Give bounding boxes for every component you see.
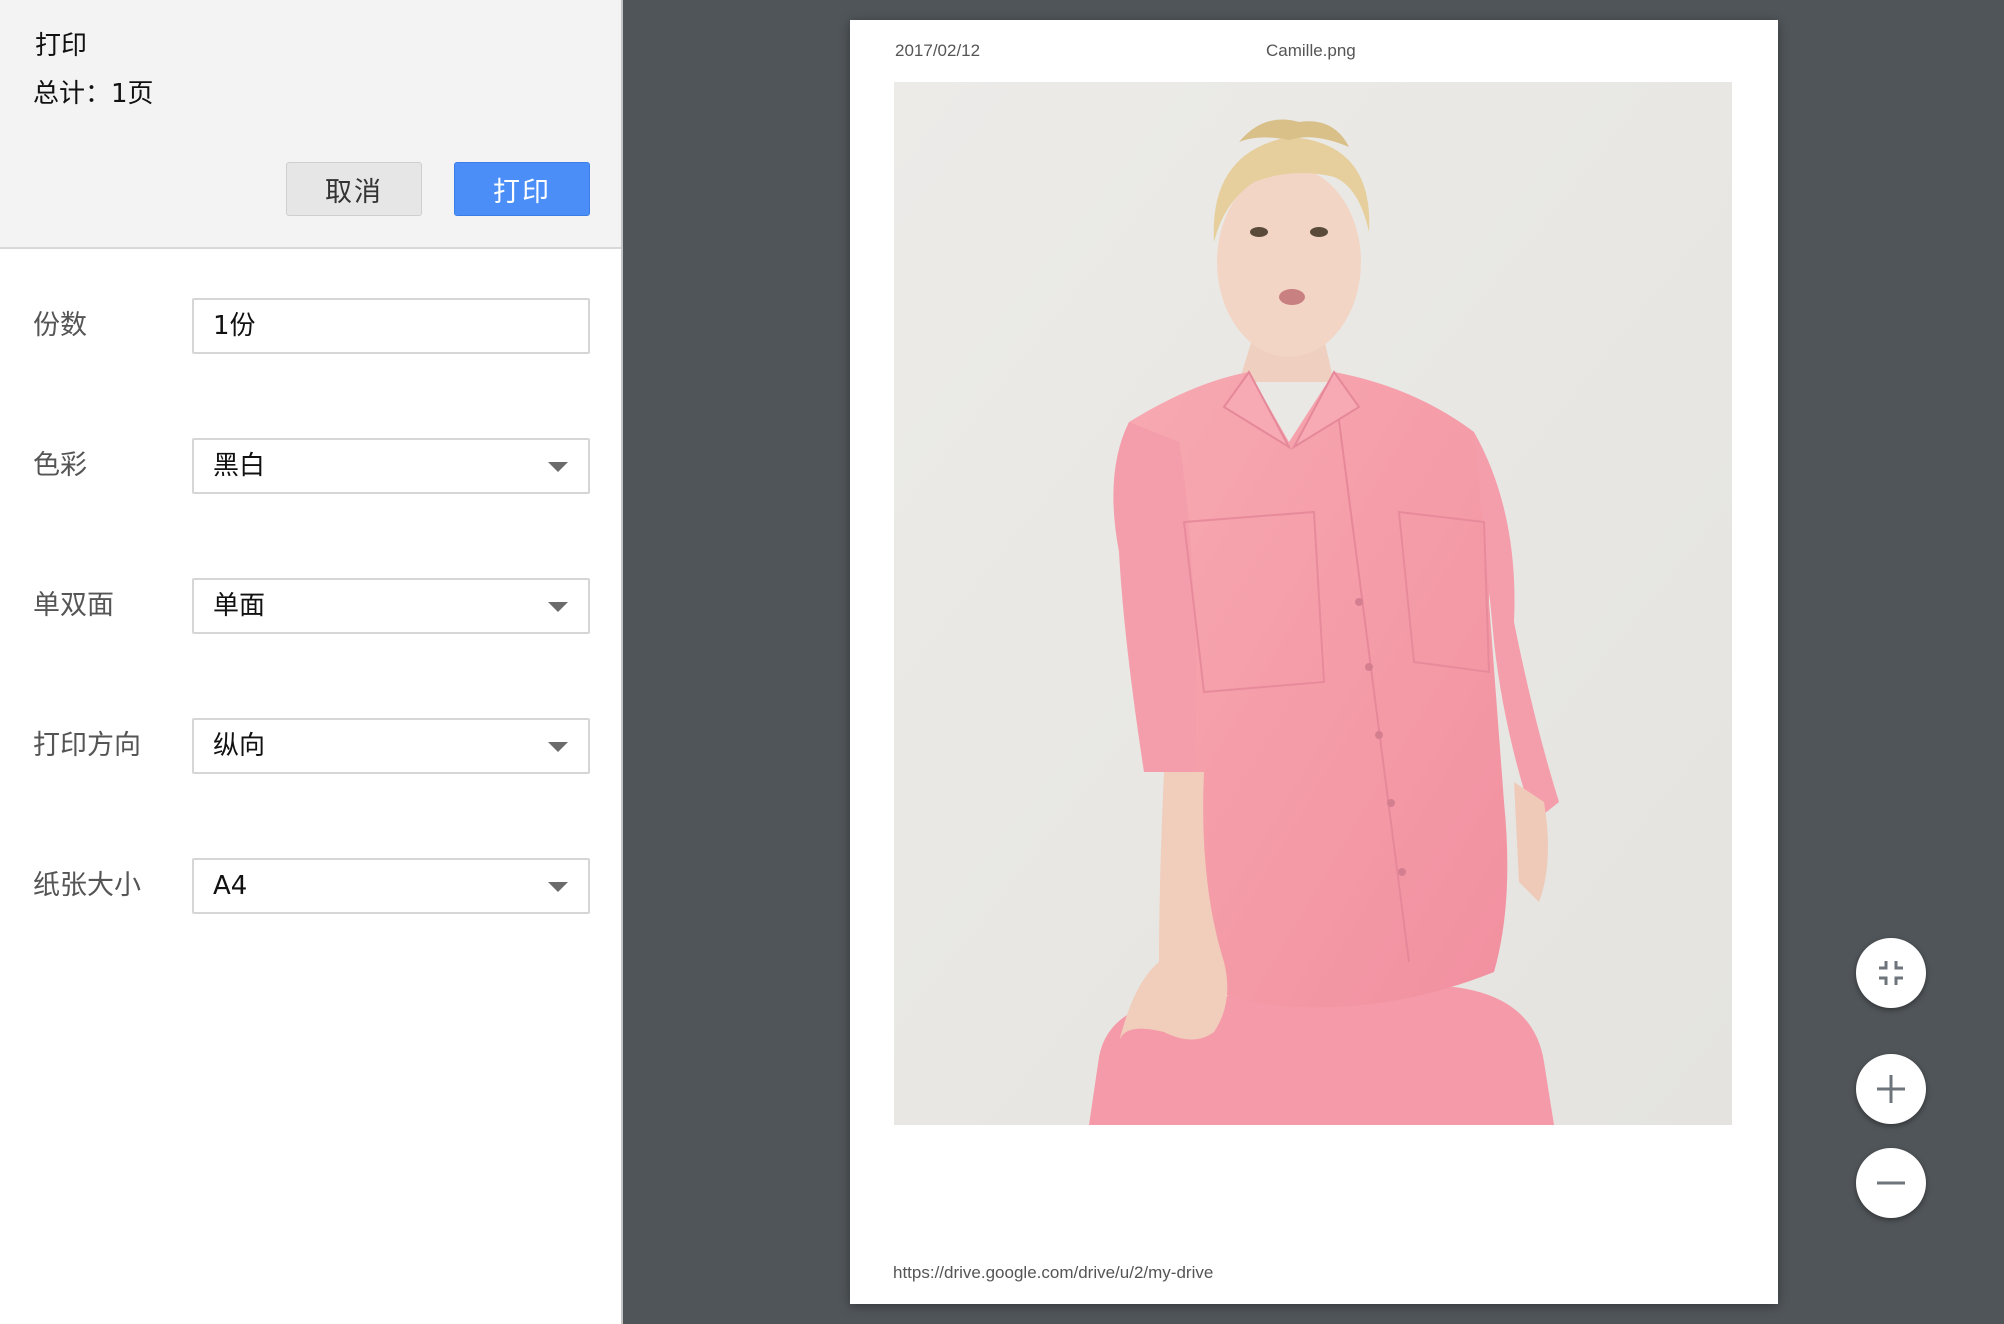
- zoom-out-button[interactable]: [1856, 1148, 1926, 1218]
- setting-row-color: 色彩 黑白: [0, 438, 621, 494]
- dialog-title: 打印: [35, 31, 88, 61]
- page-header-filename: Camille.png: [1266, 41, 1356, 60]
- duplex-select[interactable]: 单面: [192, 578, 590, 634]
- page-header-date: 2017/02/12: [895, 41, 981, 60]
- print-preview-area: 2017/02/12 Camille.png https://drive.goo…: [623, 0, 2004, 1324]
- orientation-select[interactable]: 纵向: [192, 718, 590, 774]
- copies-input[interactable]: 1份: [192, 298, 590, 354]
- color-select[interactable]: 黑白: [192, 438, 590, 494]
- orientation-label: 打印方向: [33, 730, 141, 761]
- person-photo-illustration: [894, 82, 1732, 1125]
- setting-row-paper-size: 纸张大小 A4: [0, 858, 621, 914]
- print-settings-panel: 打印 总计：1页 取消 打印 份数 1份 色彩 黑白 单双面 单面 打印方向 纵…: [0, 0, 623, 1324]
- paper-size-label: 纸张大小: [33, 870, 141, 901]
- preview-page: 2017/02/12 Camille.png https://drive.goo…: [850, 20, 1778, 1304]
- copies-label: 份数: [33, 310, 87, 341]
- zoom-in-button[interactable]: [1856, 1054, 1926, 1124]
- chevron-down-icon: [548, 462, 568, 472]
- color-label: 色彩: [33, 450, 87, 481]
- orientation-value: 纵向: [213, 731, 266, 761]
- fit-to-page-icon: [1879, 961, 1903, 985]
- panel-header: 打印 总计：1页 取消 打印: [0, 0, 621, 249]
- preview-photo: [894, 82, 1732, 1125]
- chevron-down-icon: [548, 882, 568, 892]
- copies-value: 1份: [213, 311, 256, 341]
- chevron-down-icon: [548, 742, 568, 752]
- duplex-value: 单面: [213, 591, 266, 621]
- cancel-button[interactable]: 取消: [286, 162, 422, 216]
- setting-row-duplex: 单双面 单面: [0, 578, 621, 634]
- setting-row-copies: 份数 1份: [0, 298, 621, 354]
- page-total: 总计：1页: [33, 79, 154, 109]
- print-dialog: 打印 总计：1页 取消 打印 份数 1份 色彩 黑白 单双面 单面 打印方向 纵…: [0, 0, 2004, 1324]
- page-footer-url: https://drive.google.com/drive/u/2/my-dr…: [893, 1263, 1214, 1282]
- duplex-label: 单双面: [33, 590, 114, 621]
- minus-icon: [1877, 1181, 1905, 1185]
- setting-row-orientation: 打印方向 纵向: [0, 718, 621, 774]
- paper-size-select[interactable]: A4: [192, 858, 590, 914]
- chevron-down-icon: [548, 602, 568, 612]
- color-value: 黑白: [213, 451, 266, 481]
- plus-icon: [1877, 1075, 1905, 1103]
- paper-size-value: A4: [213, 871, 248, 901]
- print-button[interactable]: 打印: [454, 162, 590, 216]
- fit-to-page-button[interactable]: [1856, 938, 1926, 1008]
